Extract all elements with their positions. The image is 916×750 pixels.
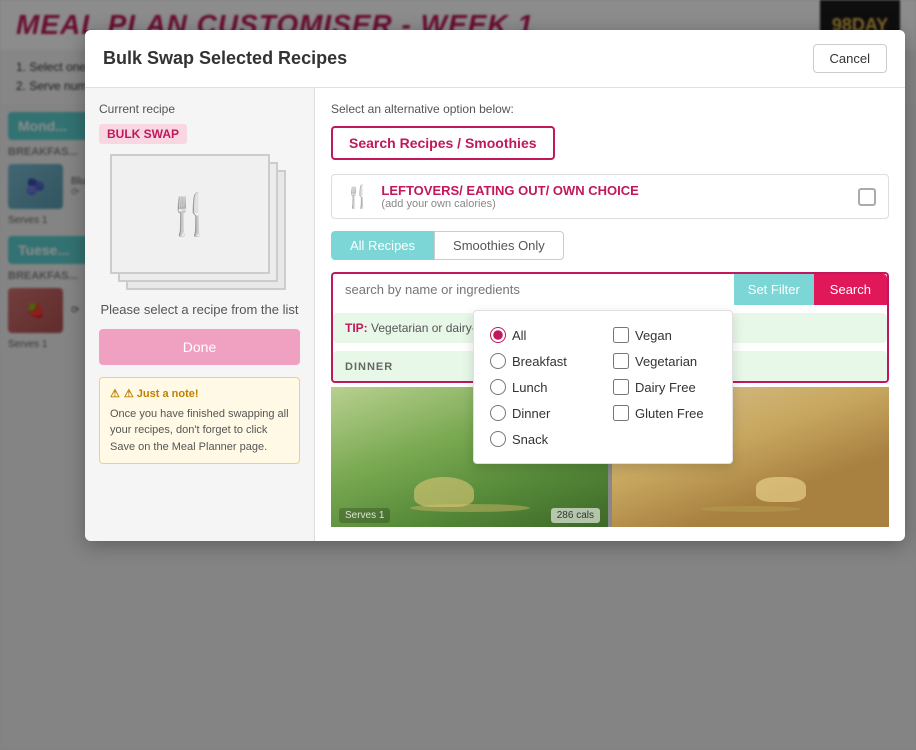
leftovers-sub: (add your own calories) [381,198,638,210]
filter-dairy-free-checkbox[interactable] [613,379,629,395]
leftovers-cutlery-icon: 🍴 [344,184,371,210]
bulk-swap-modal: Bulk Swap Selected Recipes Cancel Curren… [85,30,905,541]
tip-label: TIP: [345,321,368,335]
filter-all-radio[interactable] [490,327,506,343]
modal-header: Bulk Swap Selected Recipes Cancel [85,30,905,88]
leftovers-row[interactable]: 🍴 LEFTOVERS/ EATING OUT/ OWN CHOICE (add… [331,174,889,219]
modal-title: Bulk Swap Selected Recipes [103,48,347,69]
note-body: Once you have finished swapping all your… [110,406,289,456]
filter-vegetarian[interactable]: Vegetarian [613,353,716,369]
recipe-filter-tabs: All Recipes Smoothies Only [331,231,889,260]
search-input[interactable] [333,274,734,305]
recipe-placeholder-stack: 🍴 [110,154,290,294]
filter-breakfast-radio[interactable] [490,353,506,369]
tab-all-recipes[interactable]: All Recipes [331,231,434,260]
leftovers-checkbox[interactable] [858,188,876,206]
dinner-label: DINNER [345,361,393,373]
modal-body: Current recipe BULK SWAP 🍴 Please select… [85,88,905,541]
filter-dinner-radio[interactable] [490,405,506,421]
tab-smoothies-only[interactable]: Smoothies Only [434,231,564,260]
set-filter-button[interactable]: Set Filter [734,274,814,305]
search-recipes-tab[interactable]: Search Recipes / Smoothies [331,126,555,160]
done-button[interactable]: Done [99,329,300,365]
filter-lunch[interactable]: Lunch [490,379,593,395]
right-panel: Select an alternative option below: Sear… [315,88,905,541]
warning-icon: ⚠ [110,386,120,403]
search-row: Set Filter Search [333,274,887,305]
leftovers-title: LEFTOVERS/ EATING OUT/ OWN CHOICE [381,183,638,198]
cutlery-icon: 🍴 [165,191,215,238]
filter-lunch-radio[interactable] [490,379,506,395]
bulk-swap-badge: BULK SWAP [99,124,187,144]
search-button[interactable]: Search [814,274,887,305]
food-cals-1: 286 cals [551,508,600,523]
filter-all[interactable]: All [490,327,593,343]
filter-gluten-free-checkbox[interactable] [613,405,629,421]
filter-dropdown: All Vegan Breakfast Vegetarian [473,310,733,464]
filter-vegan-checkbox[interactable] [613,327,629,343]
filter-options-grid: All Vegan Breakfast Vegetarian [490,327,716,447]
filter-dinner[interactable]: Dinner [490,405,593,421]
current-recipe-label: Current recipe [99,102,300,116]
leftovers-text: LEFTOVERS/ EATING OUT/ OWN CHOICE (add y… [381,183,638,210]
cancel-button[interactable]: Cancel [813,44,887,73]
search-area: Set Filter Search TIP: Vegetarian or dai… [331,272,889,383]
filter-vegetarian-checkbox[interactable] [613,353,629,369]
filter-breakfast[interactable]: Breakfast [490,353,593,369]
filter-vegan[interactable]: Vegan [613,327,716,343]
select-recipe-text: Please select a recipe from the list [99,302,300,317]
filter-dairy-free[interactable]: Dairy Free [613,379,716,395]
note-title: ⚠ ⚠ Just a note! [110,386,289,403]
paper-front: 🍴 [110,154,270,274]
filter-snack-radio[interactable] [490,431,506,447]
left-panel: Current recipe BULK SWAP 🍴 Please select… [85,88,315,541]
food-serves-1: Serves 1 [339,508,390,523]
filter-snack[interactable]: Snack [490,431,593,447]
filter-gluten-free[interactable]: Gluten Free [613,405,716,421]
note-box: ⚠ ⚠ Just a note! Once you have finished … [99,377,300,464]
select-alternative-label: Select an alternative option below: [331,102,889,116]
